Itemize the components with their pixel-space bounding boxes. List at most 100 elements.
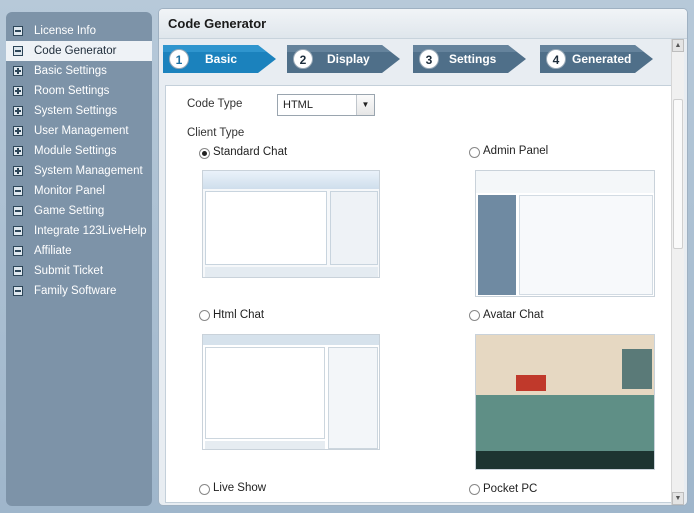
step-generated[interactable]: 4 Generated bbox=[540, 43, 655, 75]
sidebar-item-label: Basic Settings bbox=[34, 65, 107, 77]
main-panel: Code Generator 1 Basic 2 Display 3 Setti… bbox=[158, 8, 688, 506]
step-number: 1 bbox=[169, 49, 189, 69]
sidebar-item-system-settings[interactable]: System Settings bbox=[6, 101, 152, 121]
code-type-value: HTML bbox=[283, 99, 313, 111]
code-type-label: Code Type bbox=[187, 98, 243, 110]
step-number: 4 bbox=[546, 49, 566, 69]
plus-icon bbox=[13, 106, 23, 116]
page-title: Code Generator bbox=[159, 9, 687, 39]
sidebar-item-module-settings[interactable]: Module Settings bbox=[6, 141, 152, 161]
html-chat-label: Html Chat bbox=[213, 309, 265, 321]
app-frame: License Info Code Generator Basic Settin… bbox=[0, 0, 694, 513]
thumb-header bbox=[203, 171, 379, 189]
thumb-settings-list bbox=[519, 195, 653, 295]
scroll-down-icon[interactable]: ▼ bbox=[672, 492, 684, 505]
pocket-pc-radio[interactable] bbox=[469, 484, 480, 495]
sidebar-item-label: User Management bbox=[34, 125, 129, 137]
sidebar-item-label: Affiliate bbox=[34, 245, 72, 257]
sidebar-item-basic-settings[interactable]: Basic Settings bbox=[6, 61, 152, 81]
sidebar-item-user-management[interactable]: User Management bbox=[6, 121, 152, 141]
sidebar-item-room-settings[interactable]: Room Settings bbox=[6, 81, 152, 101]
minus-icon bbox=[13, 286, 23, 296]
minus-icon bbox=[13, 206, 23, 216]
step-number: 2 bbox=[293, 49, 313, 69]
sidebar-item-label: Game Setting bbox=[34, 205, 105, 217]
thumb-chat-area bbox=[205, 347, 325, 439]
admin-panel-screenshot[interactable] bbox=[475, 170, 655, 297]
step-label: Basic bbox=[205, 52, 238, 66]
thumb-user-list bbox=[328, 347, 378, 449]
avatar-chat-radio[interactable] bbox=[469, 310, 480, 321]
thumb-header bbox=[476, 171, 654, 193]
sidebar-item-integrate-livehelp[interactable]: Integrate 123LiveHelp bbox=[6, 221, 152, 241]
live-show-radio[interactable] bbox=[199, 484, 210, 495]
sidebar-item-label: Room Settings bbox=[34, 85, 110, 97]
thumb-input-bar bbox=[205, 441, 325, 449]
sidebar-item-system-management[interactable]: System Management bbox=[6, 161, 152, 181]
thumb-user-panel bbox=[622, 349, 652, 389]
sidebar-item-label: Code Generator bbox=[34, 45, 117, 57]
sidebar-item-label: Integrate 123LiveHelp bbox=[34, 225, 147, 237]
step-number: 3 bbox=[419, 49, 439, 69]
minus-icon bbox=[13, 46, 23, 56]
step-display[interactable]: 2 Display bbox=[287, 43, 402, 75]
plus-icon bbox=[13, 146, 23, 156]
sidebar-item-monitor-panel[interactable]: Monitor Panel bbox=[6, 181, 152, 201]
scroll-up-icon[interactable]: ▲ bbox=[672, 39, 684, 52]
plus-icon bbox=[13, 126, 23, 136]
step-label: Display bbox=[327, 52, 370, 66]
plus-icon bbox=[13, 86, 23, 96]
form-content: Code Type HTML ▼ Client Type Standard Ch… bbox=[165, 85, 675, 503]
minus-icon bbox=[13, 186, 23, 196]
sidebar: License Info Code Generator Basic Settin… bbox=[6, 12, 152, 506]
sidebar-item-label: License Info bbox=[34, 25, 97, 37]
wizard-steps: 1 Basic 2 Display 3 Settings 4 Generated bbox=[163, 43, 663, 75]
step-settings[interactable]: 3 Settings bbox=[413, 43, 528, 75]
chevron-down-icon[interactable]: ▼ bbox=[356, 95, 374, 115]
step-basic[interactable]: 1 Basic bbox=[163, 43, 278, 75]
sidebar-item-label: Submit Ticket bbox=[34, 265, 104, 277]
thumb-sidebar bbox=[478, 195, 516, 295]
sidebar-item-label: System Management bbox=[34, 165, 143, 177]
sidebar-item-license-info[interactable]: License Info bbox=[6, 21, 152, 41]
pocket-pc-label: Pocket PC bbox=[483, 483, 538, 495]
thumb-user-list bbox=[330, 191, 378, 265]
minus-icon bbox=[13, 266, 23, 276]
sidebar-item-family-software[interactable]: Family Software bbox=[6, 281, 152, 301]
sidebar-item-label: Module Settings bbox=[34, 145, 117, 157]
thumb-room-floor bbox=[476, 395, 654, 451]
html-chat-radio[interactable] bbox=[199, 310, 210, 321]
plus-icon bbox=[13, 166, 23, 176]
thumb-header bbox=[203, 335, 379, 345]
thumb-input-bar bbox=[205, 267, 378, 277]
minus-icon bbox=[13, 226, 23, 236]
client-type-label: Client Type bbox=[187, 127, 245, 139]
step-label: Settings bbox=[449, 52, 497, 66]
sidebar-item-label: Monitor Panel bbox=[34, 185, 105, 197]
vertical-scrollbar[interactable]: ▲ ▼ bbox=[671, 39, 684, 505]
standard-chat-label: Standard Chat bbox=[213, 146, 288, 158]
standard-chat-screenshot[interactable] bbox=[202, 170, 380, 278]
minus-icon bbox=[13, 246, 23, 256]
code-type-select[interactable]: HTML ▼ bbox=[277, 94, 375, 116]
avatar-chat-label: Avatar Chat bbox=[483, 309, 544, 321]
sidebar-item-affiliate[interactable]: Affiliate bbox=[6, 241, 152, 261]
avatar-chat-screenshot[interactable] bbox=[475, 334, 655, 470]
minus-icon bbox=[13, 26, 23, 36]
sidebar-item-submit-ticket[interactable]: Submit Ticket bbox=[6, 261, 152, 281]
live-show-label: Live Show bbox=[213, 482, 267, 494]
admin-panel-radio[interactable] bbox=[469, 147, 480, 158]
plus-icon bbox=[13, 66, 23, 76]
sidebar-item-code-generator[interactable]: Code Generator bbox=[6, 41, 152, 61]
sidebar-item-label: System Settings bbox=[34, 105, 118, 117]
thumb-furniture bbox=[516, 375, 546, 391]
sidebar-item-game-setting[interactable]: Game Setting bbox=[6, 201, 152, 221]
step-label: Generated bbox=[572, 52, 632, 66]
thumb-chat-area bbox=[205, 191, 327, 265]
sidebar-item-label: Family Software bbox=[34, 285, 117, 297]
scroll-thumb[interactable] bbox=[673, 99, 683, 249]
admin-panel-label: Admin Panel bbox=[483, 145, 549, 157]
standard-chat-radio[interactable] bbox=[199, 148, 210, 159]
html-chat-screenshot[interactable] bbox=[202, 334, 380, 450]
thumb-chat-bar bbox=[476, 451, 654, 469]
